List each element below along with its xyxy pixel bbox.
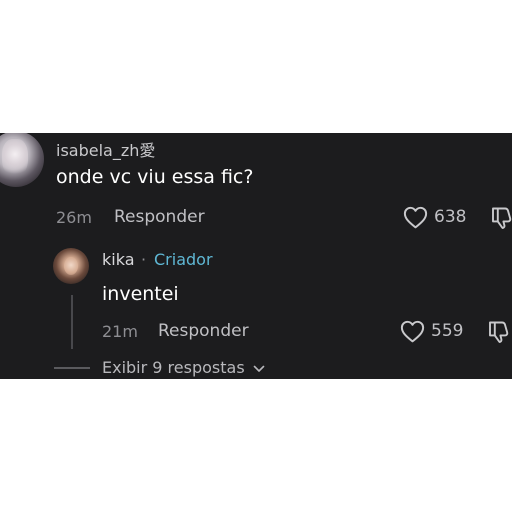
comment-reply-button[interactable]: Responder (114, 207, 205, 227)
comment-like-count: 638 (434, 207, 467, 227)
thread-line (71, 295, 73, 349)
avatar-kika[interactable] (53, 248, 89, 284)
comment-username[interactable]: isabela_zh愛 (56, 137, 155, 161)
thumbs-down-outline-icon[interactable] (490, 206, 512, 230)
comment-text: onde vc viu essa fic? (56, 166, 254, 188)
chevron-down-icon[interactable] (253, 365, 265, 373)
reply-like-count: 559 (431, 321, 464, 341)
comment-timestamp: 26m (56, 208, 92, 227)
reply-username[interactable]: kika (102, 250, 135, 269)
creator-badge: Criador (154, 250, 213, 269)
view-replies-button[interactable]: Exibir 9 respostas (102, 358, 265, 377)
heart-outline-icon[interactable] (403, 206, 428, 229)
comments-panel: isabela_zh愛 onde vc viu essa fic? 26m Re… (0, 133, 512, 379)
reply-text: inventei (102, 283, 179, 305)
username-separator: · (141, 250, 147, 269)
avatar-isabela[interactable] (0, 133, 44, 187)
thumbs-down-outline-icon[interactable] (487, 320, 512, 344)
heart-outline-icon[interactable] (400, 320, 425, 343)
view-replies-label[interactable]: Exibir 9 respostas (102, 358, 245, 377)
reply-reply-button[interactable]: Responder (158, 321, 249, 341)
replies-divider (54, 367, 90, 369)
reply-timestamp: 21m (102, 322, 138, 341)
